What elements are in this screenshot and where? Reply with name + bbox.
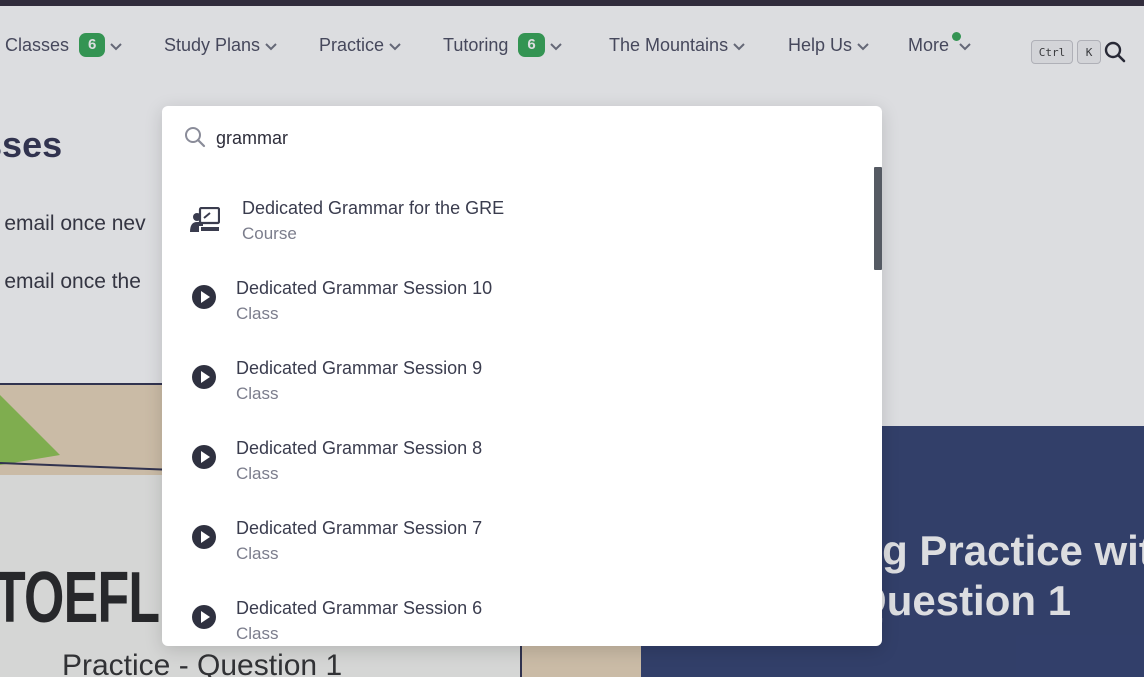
search-icon	[185, 127, 206, 148]
search-bar	[162, 106, 882, 170]
result-title: Dedicated Grammar Session 6	[236, 598, 483, 618]
result-title: Dedicated Grammar for the GRE	[242, 198, 505, 218]
search-modal: Dedicated Grammar for the GRE Course Ded…	[162, 106, 882, 646]
search-result-course[interactable]: Dedicated Grammar for the GRE Course	[162, 186, 874, 266]
course-presenter-icon	[190, 207, 220, 232]
play-circle-icon	[192, 605, 216, 629]
results-scrollbar-thumb[interactable]	[874, 167, 882, 270]
search-result-class[interactable]: Dedicated Grammar Session 6 Class	[162, 586, 874, 646]
result-title: Dedicated Grammar Session 8	[236, 438, 483, 458]
result-type: Class	[236, 544, 279, 563]
search-result-class[interactable]: Dedicated Grammar Session 8 Class	[162, 426, 874, 506]
search-result-class[interactable]: Dedicated Grammar Session 7 Class	[162, 506, 874, 586]
result-title: Dedicated Grammar Session 7	[236, 518, 483, 538]
result-type: Course	[242, 224, 297, 243]
play-circle-icon	[192, 525, 216, 549]
search-result-class[interactable]: Dedicated Grammar Session 9 Class	[162, 346, 874, 426]
result-type: Class	[236, 304, 279, 323]
play-circle-icon	[192, 285, 216, 309]
play-circle-icon	[192, 365, 216, 389]
play-circle-icon	[192, 445, 216, 469]
result-type: Class	[236, 624, 279, 643]
result-type: Class	[236, 384, 279, 403]
search-result-class[interactable]: Dedicated Grammar Session 10 Class	[162, 266, 874, 346]
result-title: Dedicated Grammar Session 10	[236, 278, 493, 298]
search-input[interactable]	[216, 124, 816, 152]
result-title: Dedicated Grammar Session 9	[236, 358, 483, 378]
result-type: Class	[236, 464, 279, 483]
